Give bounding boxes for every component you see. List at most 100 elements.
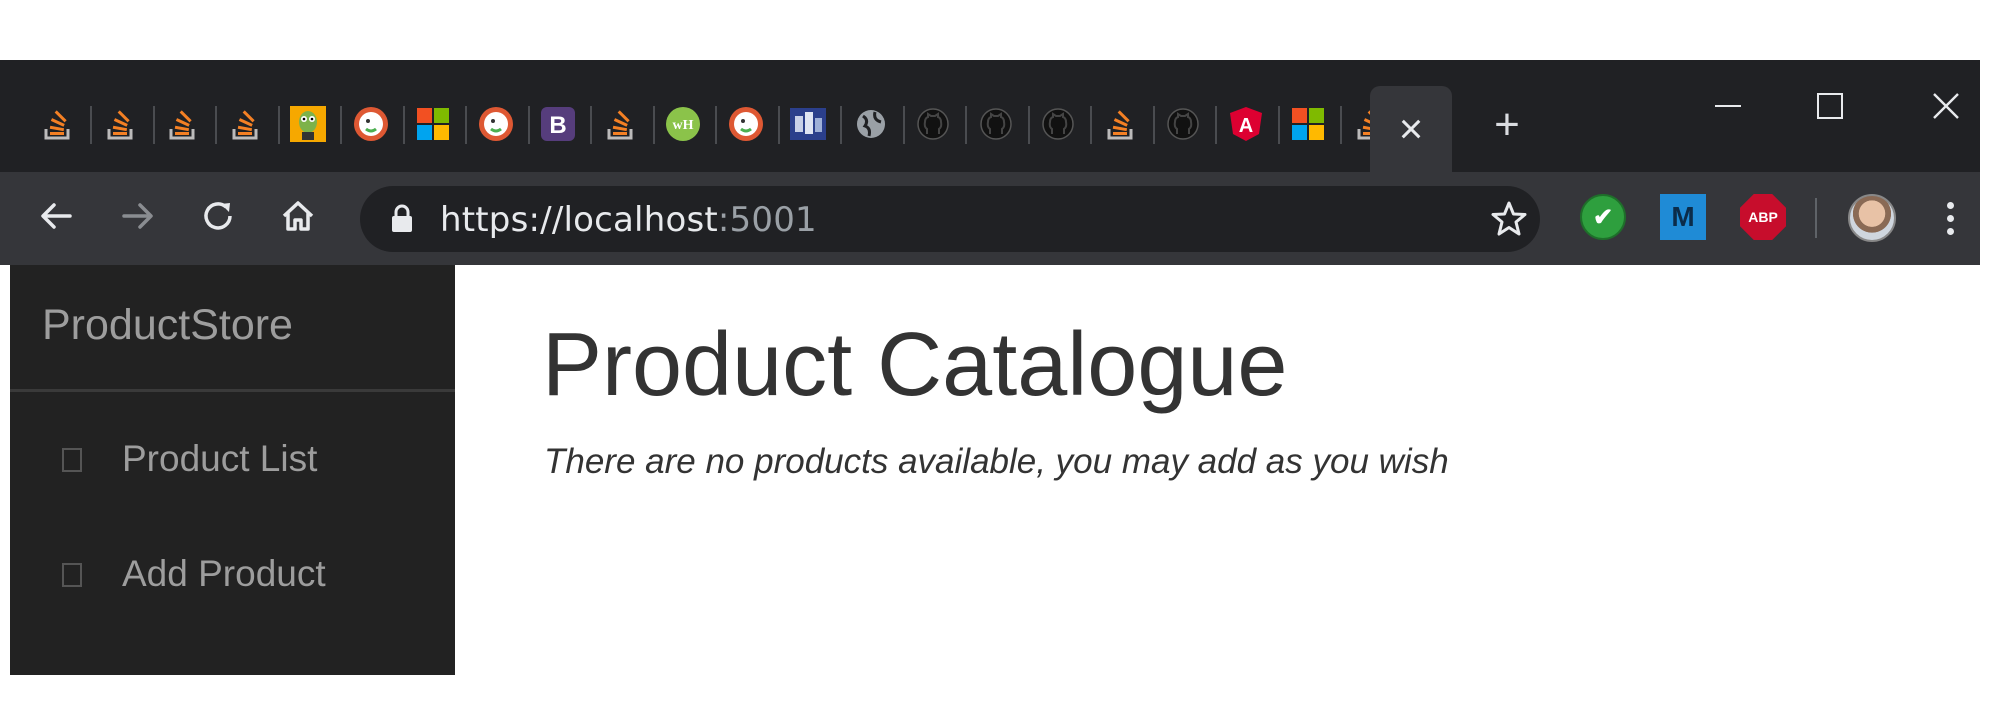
tab-separator: [402, 106, 405, 144]
tab-strip: BwH A × +: [0, 60, 1980, 172]
tab-github[interactable]: [1161, 102, 1205, 146]
tab-separator: [152, 106, 155, 144]
tab-separator: [652, 106, 655, 144]
tab-cartoon-character[interactable]: [286, 102, 330, 146]
star-icon[interactable]: [1490, 200, 1528, 243]
tab-separator: [590, 106, 592, 144]
tab-github[interactable]: [974, 102, 1018, 146]
sidebar-item-add-product[interactable]: Add Product: [10, 535, 455, 615]
tab-separator: [965, 106, 967, 144]
svg-text:wH: wH: [673, 118, 694, 133]
url-text[interactable]: https://localhost:5001: [440, 202, 817, 238]
empty-state-message: There are no products available, you may…: [544, 442, 1449, 481]
stackoverflow-icon: [101, 104, 141, 144]
tab-separator: [1027, 106, 1030, 144]
page-title: Product Catalogue: [542, 315, 1288, 415]
address-bar[interactable]: https://localhost:5001: [360, 186, 1540, 252]
checkmark-extension-icon[interactable]: ✔: [1580, 194, 1626, 240]
back-button[interactable]: [30, 192, 82, 244]
tab-separator: [1152, 106, 1155, 144]
angular-icon: A: [1226, 104, 1266, 144]
maximize-icon: [1817, 93, 1843, 120]
back-arrow-icon: [38, 198, 74, 239]
lock-icon[interactable]: [390, 204, 414, 239]
home-icon: [279, 197, 317, 240]
tab-separator: [527, 106, 530, 144]
tab-separator: [1340, 106, 1342, 144]
tab-stackoverflow[interactable]: [36, 102, 80, 146]
tab-separator: [902, 106, 905, 144]
sidebar-item-label: Product List: [122, 438, 318, 479]
tab-separator: [90, 106, 92, 144]
github-icon: [1163, 104, 1203, 144]
url-port: :5001: [717, 200, 817, 240]
sidebar-divider: [10, 389, 455, 392]
active-tab[interactable]: ×: [1370, 86, 1452, 172]
home-button[interactable]: [272, 192, 324, 244]
menu-dot-icon: [1946, 214, 1954, 222]
github-icon: [913, 104, 953, 144]
cartoon-character-icon: [288, 104, 328, 144]
close-tab-icon[interactable]: ×: [1399, 108, 1424, 150]
menu-dot-icon: [1946, 227, 1954, 235]
tab-microsoft[interactable]: [411, 102, 455, 146]
list-icon: [62, 448, 82, 472]
github-icon: [1038, 104, 1078, 144]
svg-text:B: B: [549, 112, 566, 139]
tab-wh[interactable]: wH: [661, 102, 705, 146]
duckduckgo-icon: [476, 104, 516, 144]
tab-duckduckgo[interactable]: [724, 102, 768, 146]
tab-separator: [715, 106, 717, 144]
microsoft-icon: [1288, 104, 1328, 144]
tab-microsoft[interactable]: [1286, 102, 1330, 146]
tab-site-thumbnail[interactable]: [786, 102, 830, 146]
tab-stackoverflow[interactable]: [99, 102, 143, 146]
globe-icon: [851, 104, 891, 144]
brand-link[interactable]: ProductStore: [42, 301, 293, 349]
tab-bootstrap[interactable]: B: [536, 102, 580, 146]
site-thumbnail-icon: [788, 104, 828, 144]
wh-icon: wH: [663, 104, 703, 144]
close-icon: [1932, 88, 1960, 121]
tab-separator: [215, 106, 217, 144]
duckduckgo-icon: [726, 104, 766, 144]
tab-globe[interactable]: [849, 102, 893, 146]
tab-separator: [465, 106, 467, 144]
tab-stackoverflow[interactable]: [224, 102, 268, 146]
sidebar-item-product-list[interactable]: Product List: [10, 420, 455, 500]
browser-toolbar: https://localhost:5001 ✔ M ABP: [0, 172, 1980, 265]
tab-stackoverflow[interactable]: [599, 102, 643, 146]
duckduckgo-icon: [351, 104, 391, 144]
stackoverflow-icon: [38, 104, 78, 144]
tab-duckduckgo[interactable]: [474, 102, 518, 146]
tab-github[interactable]: [1036, 102, 1080, 146]
tab-duckduckgo[interactable]: [349, 102, 393, 146]
maximize-button[interactable]: [1790, 80, 1870, 130]
tab-angular[interactable]: A: [1224, 102, 1268, 146]
minimize-icon: [1715, 105, 1741, 108]
sidebar-item-label: Add Product: [122, 553, 326, 594]
tab-separator: [340, 106, 342, 144]
reload-button[interactable]: [192, 192, 244, 244]
tab-separator: [840, 106, 842, 144]
tab-github[interactable]: [911, 102, 955, 146]
microsoft-icon: [413, 104, 453, 144]
tab-separator: [1090, 106, 1092, 144]
url-host: localhost: [563, 200, 718, 240]
new-tab-button[interactable]: +: [1482, 100, 1532, 150]
tab-stackoverflow[interactable]: [1099, 102, 1143, 146]
browser-menu-button[interactable]: [1938, 192, 1962, 244]
plus-icon: [62, 563, 82, 587]
forward-button[interactable]: [112, 192, 164, 244]
tab-separator: [777, 106, 780, 144]
github-icon: [976, 104, 1016, 144]
m-extension-icon[interactable]: M: [1660, 194, 1706, 240]
stackoverflow-icon: [1101, 104, 1141, 144]
stackoverflow-icon: [163, 104, 203, 144]
minimize-button[interactable]: [1688, 80, 1768, 130]
adblock-plus-icon[interactable]: ABP: [1740, 194, 1786, 240]
profile-avatar[interactable]: [1848, 194, 1896, 242]
svg-text:A: A: [1238, 115, 1252, 137]
tab-stackoverflow[interactable]: [161, 102, 205, 146]
close-window-button[interactable]: [1906, 80, 1986, 130]
